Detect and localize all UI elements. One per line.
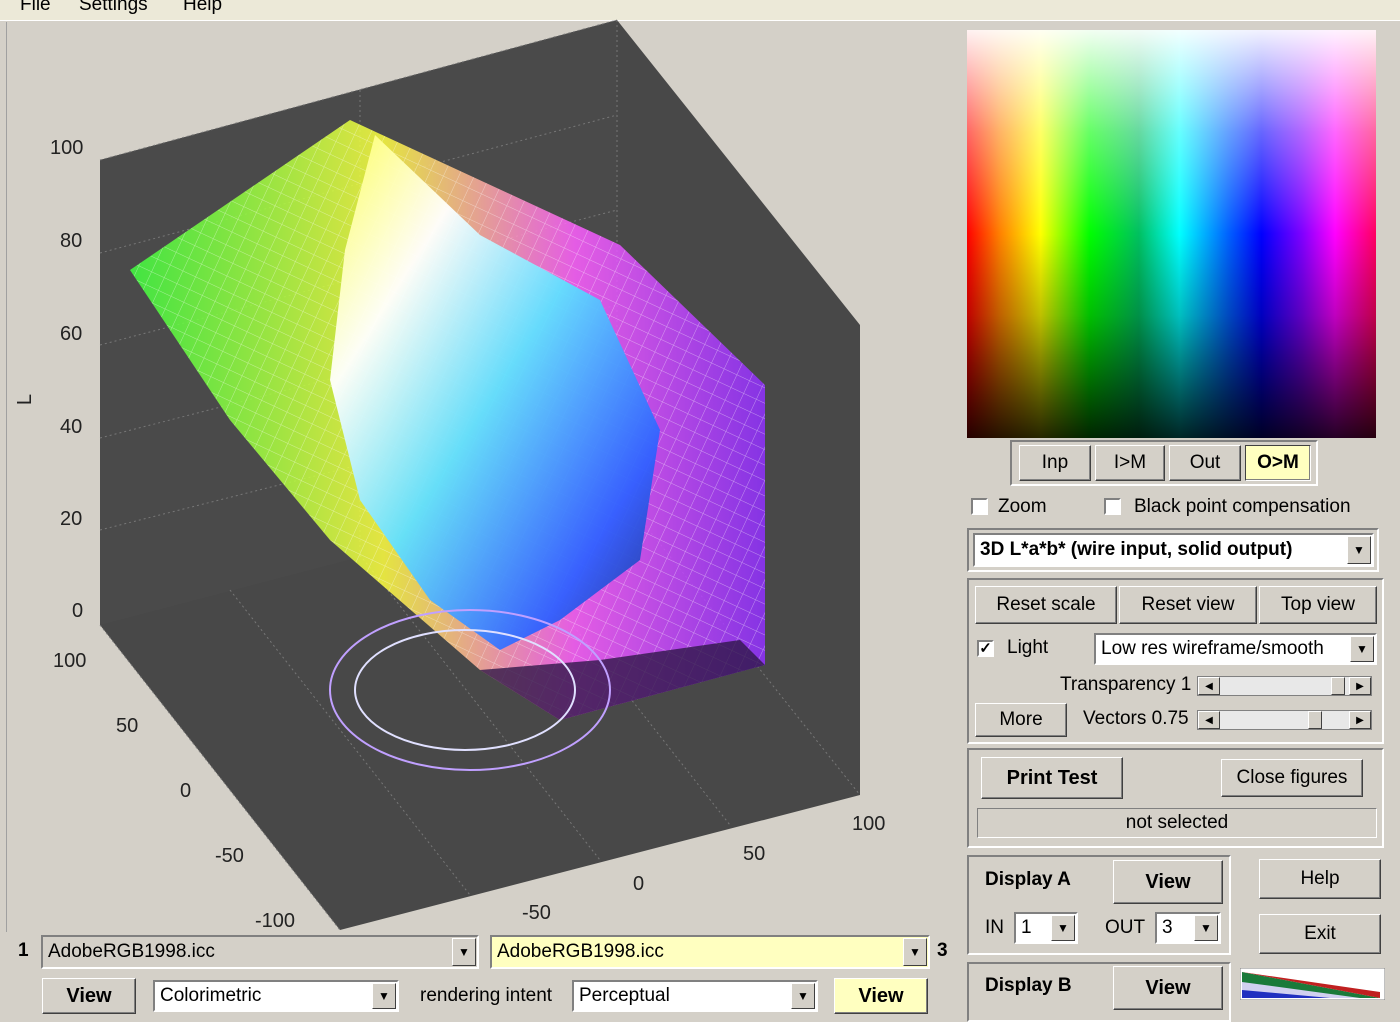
slider-left-arrow-icon[interactable]: ◀ xyxy=(1198,711,1220,729)
rendering-intent-label: rendering intent xyxy=(420,985,553,1006)
left-intent-select[interactable]: Colorimetric ▼ xyxy=(153,980,399,1012)
z-tick-80: 80 xyxy=(60,230,83,252)
b-tick-0: 0 xyxy=(633,873,645,895)
chevron-down-icon[interactable]: ▼ xyxy=(791,983,815,1009)
display-a-out-select[interactable]: 3 ▼ xyxy=(1155,912,1221,944)
slider-right-arrow-icon[interactable]: ▶ xyxy=(1349,677,1371,695)
color-preview-image xyxy=(967,30,1376,438)
zoom-checkbox[interactable] xyxy=(971,498,988,515)
right-profile-select[interactable]: AdobeRGB1998.icc ▼ xyxy=(490,935,930,969)
chevron-down-icon[interactable]: ▼ xyxy=(1194,915,1218,941)
left-profile-index: 1 xyxy=(18,940,29,961)
black-point-label: Black point compensation xyxy=(1134,496,1351,517)
left-intent-value: Colorimetric xyxy=(160,985,262,1006)
b-tick-50: 50 xyxy=(743,843,766,865)
transparency-slider[interactable]: ◀ ▶ xyxy=(1197,676,1372,696)
vectors-slider[interactable]: ◀ ▶ xyxy=(1197,710,1372,730)
display-b-title: Display B xyxy=(985,975,1072,996)
o-to-m-button[interactable]: O>M xyxy=(1245,445,1311,481)
black-point-checkbox[interactable] xyxy=(1104,498,1121,515)
chevron-down-icon[interactable]: ▼ xyxy=(452,938,476,966)
transparency-slider-thumb[interactable] xyxy=(1331,677,1346,695)
chevron-down-icon[interactable]: ▼ xyxy=(372,983,396,1009)
left-view-button[interactable]: View xyxy=(42,978,136,1014)
display-a-out-label: OUT xyxy=(1105,917,1146,938)
out-button[interactable]: Out xyxy=(1169,445,1241,481)
print-test-button[interactable]: Print Test xyxy=(981,757,1123,799)
chevron-down-icon[interactable]: ▼ xyxy=(1347,536,1371,564)
display-a-view-button[interactable]: View xyxy=(1113,860,1223,904)
top-view-button[interactable]: Top view xyxy=(1259,586,1377,624)
z-tick-0: 0 xyxy=(72,600,84,622)
render-mode-value: Low res wireframe/smooth xyxy=(1101,638,1324,659)
display-a-title: Display A xyxy=(985,869,1071,890)
z-tick-100: 100 xyxy=(50,137,84,159)
reset-scale-button[interactable]: Reset scale xyxy=(975,586,1117,624)
exit-button[interactable]: Exit xyxy=(1259,914,1381,954)
display-b-view-button[interactable]: View xyxy=(1113,966,1223,1010)
vectors-slider-thumb[interactable] xyxy=(1307,711,1322,729)
chevron-down-icon[interactable]: ▼ xyxy=(1350,636,1374,662)
display-a-in-label: IN xyxy=(985,917,1004,938)
light-checkbox[interactable]: ✓ xyxy=(977,640,994,657)
slider-left-arrow-icon[interactable]: ◀ xyxy=(1198,677,1220,695)
transparency-label: Transparency 1 xyxy=(1060,674,1192,695)
print-status: not selected xyxy=(977,808,1377,838)
display-a-out-value: 3 xyxy=(1162,917,1173,938)
right-profile-value: AdobeRGB1998.icc xyxy=(497,941,664,962)
inp-button[interactable]: Inp xyxy=(1019,445,1091,481)
a-tick-0: 0 xyxy=(180,780,192,802)
right-intent-value: Perceptual xyxy=(579,985,670,1006)
z-tick-40: 40 xyxy=(60,416,83,438)
view-mode-select[interactable]: 3D L*a*b* (wire input, solid output) ▼ xyxy=(973,533,1374,567)
left-profile-select[interactable]: AdobeRGB1998.icc ▼ xyxy=(41,935,479,969)
left-profile-value: AdobeRGB1998.icc xyxy=(48,941,215,962)
vectors-label: Vectors 0.75 xyxy=(1083,708,1189,729)
reset-view-button[interactable]: Reset view xyxy=(1119,586,1257,624)
chevron-down-icon[interactable]: ▼ xyxy=(1051,915,1075,941)
a-tick-neg100: -100 xyxy=(255,910,296,932)
render-mode-select[interactable]: Low res wireframe/smooth ▼ xyxy=(1094,633,1377,665)
view-mode-value: 3D L*a*b* (wire input, solid output) xyxy=(980,539,1293,560)
b-tick-100: 100 xyxy=(852,813,886,835)
zoom-label: Zoom xyxy=(998,496,1047,517)
z-tick-20: 20 xyxy=(60,508,83,530)
i-to-m-button[interactable]: I>M xyxy=(1095,445,1165,481)
a-tick-neg50: -50 xyxy=(215,845,244,867)
close-figures-button[interactable]: Close figures xyxy=(1221,759,1363,797)
a-tick-100: 100 xyxy=(53,650,87,672)
right-view-button[interactable]: View xyxy=(834,978,928,1014)
right-intent-select[interactable]: Perceptual ▼ xyxy=(572,980,818,1012)
right-profile-index: 3 xyxy=(937,940,948,961)
app-logo xyxy=(1240,968,1385,1000)
display-a-in-select[interactable]: 1 ▼ xyxy=(1014,912,1078,944)
chevron-down-icon[interactable]: ▼ xyxy=(903,938,927,966)
light-label: Light xyxy=(1007,637,1049,658)
z-tick-60: 60 xyxy=(60,323,83,345)
more-button[interactable]: More xyxy=(975,703,1067,737)
gamut-3d-plot[interactable] xyxy=(0,0,960,935)
slider-right-arrow-icon[interactable]: ▶ xyxy=(1349,711,1371,729)
display-a-in-value: 1 xyxy=(1021,917,1032,938)
plot-ylabel: L xyxy=(14,393,37,406)
help-button[interactable]: Help xyxy=(1259,859,1381,899)
a-tick-50: 50 xyxy=(116,715,139,737)
b-tick-neg50: -50 xyxy=(522,902,551,924)
